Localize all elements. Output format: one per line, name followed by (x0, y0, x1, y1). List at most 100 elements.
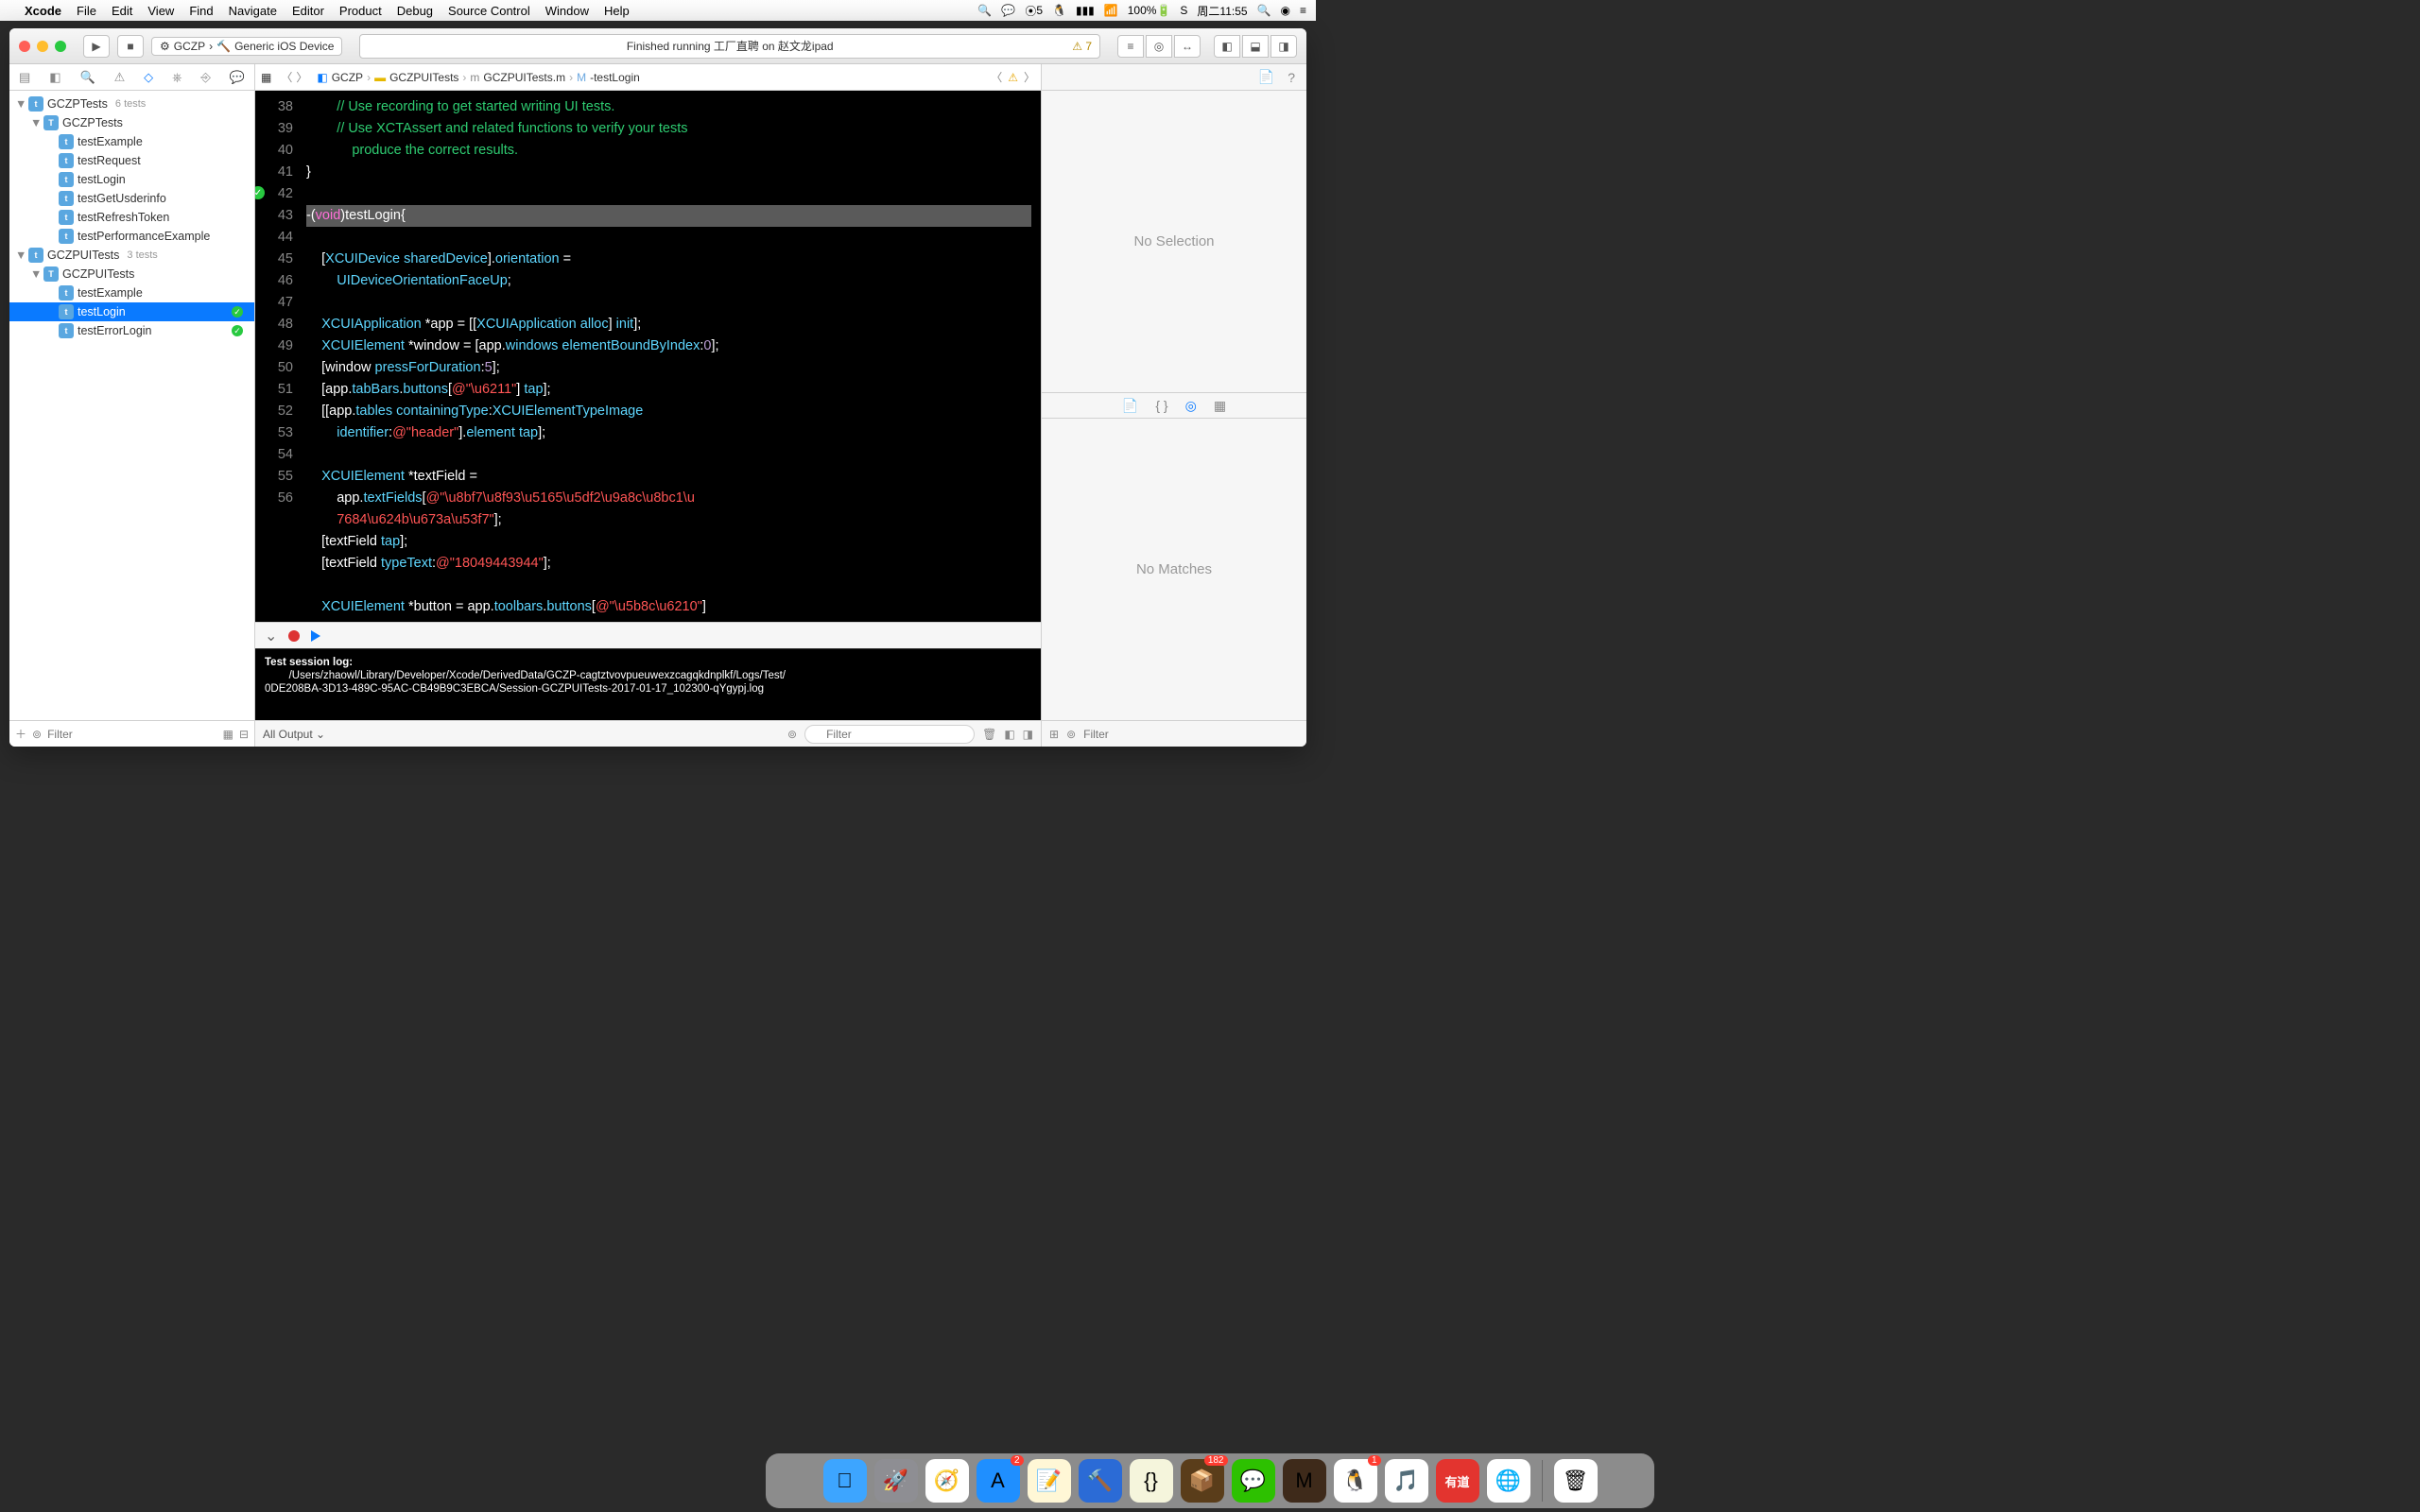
menu-window[interactable]: Window (545, 4, 589, 18)
test-navigator-icon[interactable]: ◇ (144, 70, 153, 85)
notification-center-icon[interactable]: ≡ (1300, 4, 1306, 17)
filter-toggle-icon[interactable]: ⊟ (239, 728, 249, 741)
dock-app-wechat[interactable]: 💬 (1232, 1459, 1275, 1503)
window-close[interactable] (19, 41, 30, 52)
go-forward-icon[interactable]: 〉 (296, 69, 307, 85)
issue-navigator-icon[interactable]: ⚠︎ (114, 70, 126, 85)
toggle-navigator-button[interactable]: ◧ (1214, 35, 1240, 58)
status-icon[interactable]: ▮▮▮ (1076, 4, 1095, 17)
filter-scope-icon[interactable]: ⊚ (32, 728, 42, 741)
menu-product[interactable]: Product (339, 4, 382, 18)
output-selector[interactable]: All Output ⌄ (263, 728, 325, 741)
filter-scope-icon[interactable]: ⊚ (1066, 728, 1076, 741)
console-filter-input[interactable] (804, 725, 975, 744)
find-navigator-icon[interactable]: 🔍 (79, 70, 95, 85)
status-icon[interactable]: S (1180, 4, 1187, 17)
menu-help[interactable]: Help (604, 4, 630, 18)
status-icon[interactable]: 💬 (1001, 4, 1015, 17)
wifi-icon[interactable]: 📶 (1104, 4, 1118, 17)
stop-button[interactable]: ■ (117, 35, 144, 58)
dock-app-mweb[interactable]: M (1283, 1459, 1326, 1503)
window-zoom[interactable] (55, 41, 66, 52)
test-item[interactable]: ▼tGCZPUITests3 tests (9, 246, 254, 265)
menu-view[interactable]: View (147, 4, 174, 18)
report-navigator-icon[interactable]: 💬 (230, 70, 245, 85)
run-button[interactable]: ▶ (83, 35, 110, 58)
test-item[interactable]: ▼TGCZPUITests (9, 265, 254, 284)
console-output[interactable]: Test session log: /Users/zhaowl/Library/… (255, 648, 1041, 720)
scheme-selector[interactable]: ⚙︎GCZP›🔨Generic iOS Device (151, 37, 342, 56)
add-button[interactable]: ＋ (15, 726, 26, 742)
project-navigator-icon[interactable]: ▤ (19, 70, 30, 85)
test-item[interactable]: ttestLogin (9, 170, 254, 189)
file-template-library-icon[interactable]: 📄 (1122, 398, 1138, 414)
test-item[interactable]: ttestRefreshToken (9, 208, 254, 227)
code-editor[interactable]: 38394041424344454647484950515253545556 /… (255, 91, 1041, 622)
test-item-selected[interactable]: ttestLogin✓ (9, 302, 254, 321)
version-editor-button[interactable]: ↔ (1174, 35, 1201, 58)
test-item[interactable]: ▼tGCZPTests6 tests (9, 94, 254, 113)
toggle-variables-view-icon[interactable]: ◧ (1004, 728, 1014, 741)
go-back-icon[interactable]: 〈 (281, 69, 292, 85)
menu-source-control[interactable]: Source Control (448, 4, 530, 18)
breakpoint-navigator-icon[interactable]: ⎆ (200, 70, 210, 85)
code-snippet-library-icon[interactable]: { } (1155, 398, 1167, 413)
navigator-filter-input[interactable] (47, 728, 217, 741)
status-icon[interactable]: ⦿ 5 (1025, 3, 1043, 19)
menu-editor[interactable]: Editor (292, 4, 324, 18)
siri-icon[interactable]: ◉ (1281, 4, 1290, 17)
test-item[interactable]: ▼TGCZPTests (9, 113, 254, 132)
object-library-icon[interactable]: ◎ (1185, 398, 1197, 414)
library-filter-input[interactable] (1083, 728, 1299, 741)
symbol-navigator-icon[interactable]: ◧ (49, 70, 60, 85)
filter-toggle-icon[interactable]: ▦ (223, 728, 233, 741)
clear-console-icon[interactable]: 🗑 (982, 728, 996, 741)
menu-find[interactable]: Find (189, 4, 213, 18)
toggle-breakpoints-icon[interactable]: ⌄ (265, 627, 277, 645)
jump-bar[interactable]: ▦ 〈 〉 ◧GCZP› ▬GCZPUITests› m GCZPUITests… (255, 64, 1041, 91)
dock-app-safari[interactable]: 🧭 (925, 1459, 969, 1503)
next-issue-icon[interactable]: 〉 (1024, 69, 1035, 85)
spotlight-icon[interactable]: 🔍 (1257, 4, 1271, 17)
standard-editor-button[interactable]: ≡ (1117, 35, 1144, 58)
test-item[interactable]: ttestRequest (9, 151, 254, 170)
dock-app-xcode[interactable]: 🔨 (1079, 1459, 1122, 1503)
battery-status[interactable]: 100% 🔋 (1128, 4, 1171, 17)
app-menu[interactable]: Xcode (25, 4, 61, 18)
toggle-console-view-icon[interactable]: ◨ (1023, 728, 1033, 741)
clock[interactable]: 周二11:55 (1197, 3, 1247, 19)
dock-app-json[interactable]: {} (1130, 1459, 1173, 1503)
dock-app-appstore[interactable]: A2 (977, 1459, 1020, 1503)
continue-execution-button[interactable] (311, 630, 320, 642)
status-icon[interactable]: 🐧 (1052, 4, 1066, 17)
menu-debug[interactable]: Debug (397, 4, 433, 18)
library-view-mode-icon[interactable]: ⊞ (1049, 728, 1059, 741)
toggle-inspector-button[interactable]: ◨ (1270, 35, 1297, 58)
test-item[interactable]: ttestPerformanceExample (9, 227, 254, 246)
test-item[interactable]: ttestExample (9, 132, 254, 151)
quick-help-icon[interactable]: ? (1288, 70, 1295, 85)
dock-app-app1[interactable]: 📦182 (1181, 1459, 1224, 1503)
record-ui-test-button[interactable] (288, 630, 300, 642)
menu-navigate[interactable]: Navigate (229, 4, 277, 18)
dock-app-notes[interactable]: 📝 (1028, 1459, 1071, 1503)
dock-app-qq[interactable]: 🐧1 (1334, 1459, 1377, 1503)
assistant-editor-button[interactable]: ◎ (1146, 35, 1172, 58)
menu-file[interactable]: File (77, 4, 96, 18)
status-icon[interactable]: 🔍 (977, 4, 992, 17)
warning-badge[interactable]: ⚠︎ 7 (1072, 40, 1092, 53)
toggle-debug-area-button[interactable]: ⬓ (1242, 35, 1269, 58)
test-item[interactable]: ttestErrorLogin✓ (9, 321, 254, 340)
dock-app-itunes[interactable]: 🎵 (1385, 1459, 1428, 1503)
dock-app-youdao[interactable]: 有道 (1436, 1459, 1479, 1503)
dock-app-chrome[interactable]: 🌐 (1487, 1459, 1530, 1503)
dock-app-trash[interactable]: 🗑 (1554, 1459, 1598, 1503)
test-item[interactable]: ttestGetUsderinfo (9, 189, 254, 208)
prev-issue-icon[interactable]: 〈 (991, 69, 1002, 85)
menu-edit[interactable]: Edit (112, 4, 132, 18)
test-item[interactable]: ttestExample (9, 284, 254, 302)
dock-app-finder[interactable]: 􀎞 (823, 1459, 867, 1503)
related-items-icon[interactable]: ▦ (261, 71, 271, 84)
dock-app-launchpad[interactable]: 🚀 (874, 1459, 918, 1503)
file-inspector-icon[interactable]: 📄 (1258, 69, 1274, 85)
